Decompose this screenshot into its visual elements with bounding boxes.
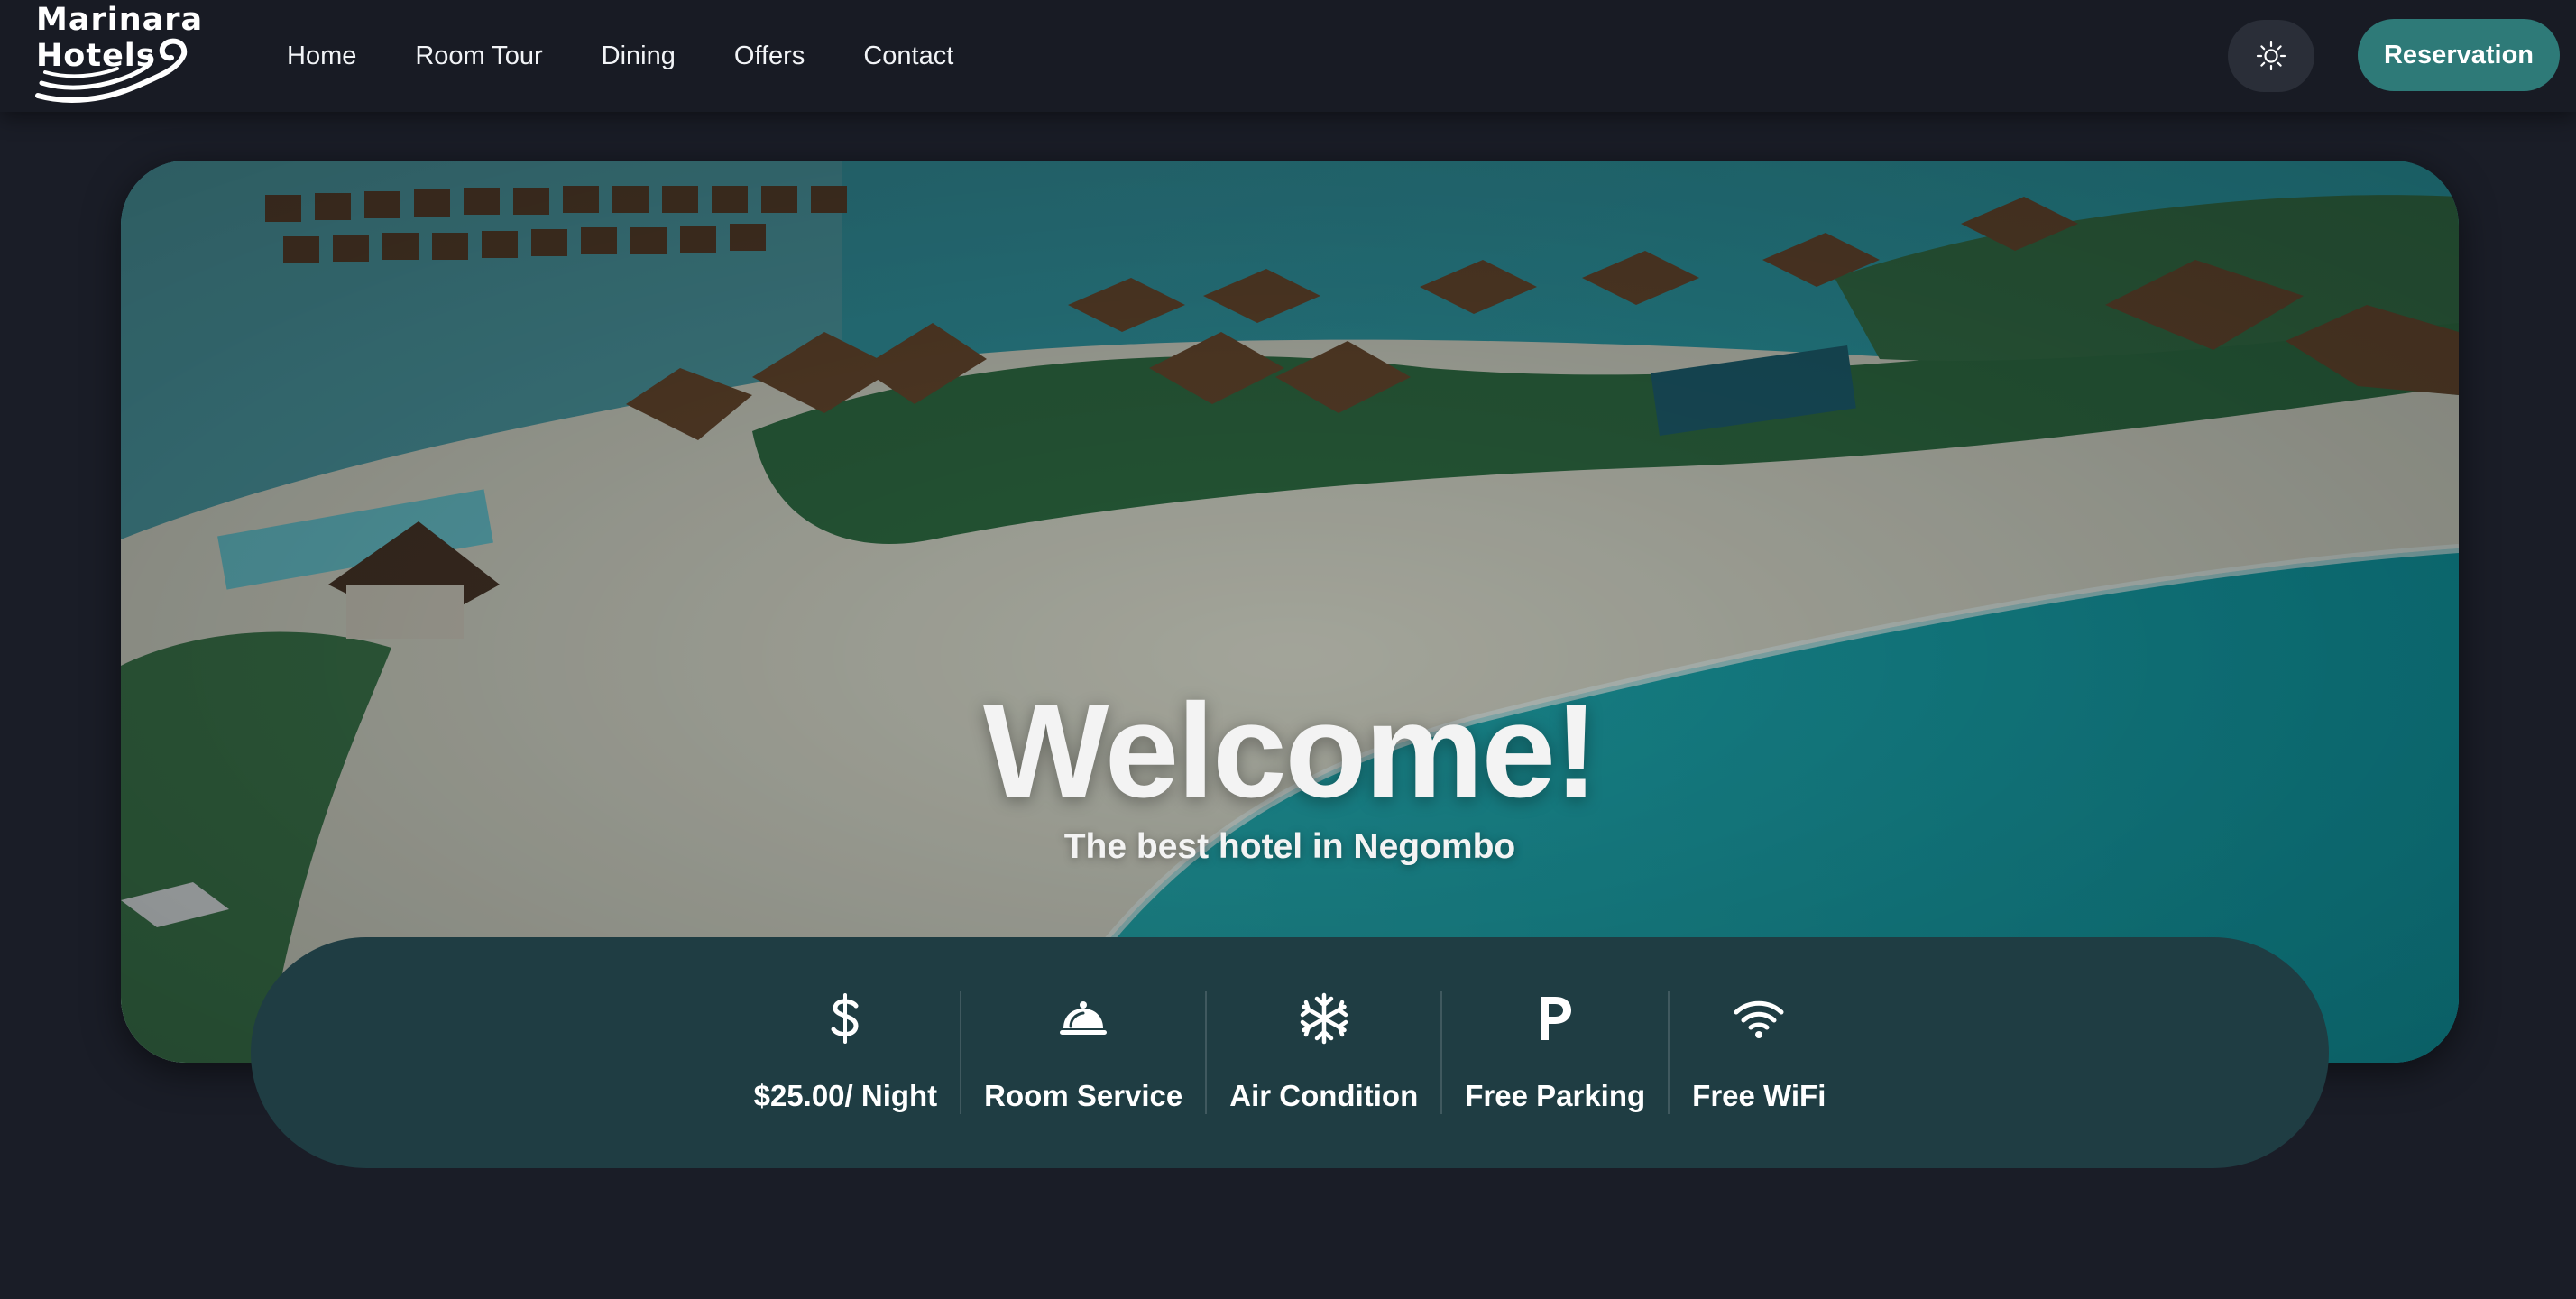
waves-icon — [35, 38, 188, 103]
site-header: Marinara Hotels Home Room Tour Dining Of… — [0, 0, 2576, 112]
main-nav: Home Room Tour Dining Offers Contact — [287, 0, 1012, 112]
nav-home[interactable]: Home — [287, 41, 356, 71]
nav-room-tour[interactable]: Room Tour — [415, 41, 542, 71]
amenity-wifi: Free WiFi — [1670, 991, 1848, 1114]
brand-logo[interactable]: Marinara Hotels — [34, 2, 202, 105]
reservation-button[interactable]: Reservation — [2358, 19, 2560, 91]
hero-subtitle: The best hotel in Negombo — [1063, 827, 1516, 866]
snowflake-icon — [1297, 991, 1351, 1046]
hero-title: Welcome! — [982, 677, 1598, 825]
amenity-price-label: $25.00/ Night — [753, 1079, 938, 1112]
parking-icon — [1528, 991, 1582, 1046]
room-service-icon — [1056, 991, 1110, 1046]
aerial-resort-photo — [121, 161, 2459, 1063]
amenities-bar: $25.00/ Night Room Service Air Condition… — [251, 937, 2329, 1168]
sun-icon — [2256, 41, 2286, 71]
nav-contact[interactable]: Contact — [863, 41, 953, 71]
dollar-icon — [818, 991, 872, 1046]
amenity-room-service: Room Service — [961, 991, 1205, 1114]
amenity-air-condition: Air Condition — [1207, 991, 1440, 1114]
hero-banner: Welcome! The best hotel in Negombo — [121, 161, 2459, 1063]
theme-toggle-button[interactable] — [2228, 20, 2314, 92]
amenity-parking: Free Parking — [1442, 991, 1668, 1114]
wifi-icon — [1732, 991, 1786, 1046]
amenity-air-condition-label: Air Condition — [1229, 1079, 1419, 1112]
nav-offers[interactable]: Offers — [734, 41, 805, 71]
amenity-price: $25.00/ Night — [731, 991, 961, 1114]
amenity-wifi-label: Free WiFi — [1692, 1079, 1826, 1112]
amenity-room-service-label: Room Service — [984, 1079, 1183, 1112]
amenity-parking-label: Free Parking — [1465, 1079, 1646, 1112]
nav-dining[interactable]: Dining — [602, 41, 676, 71]
